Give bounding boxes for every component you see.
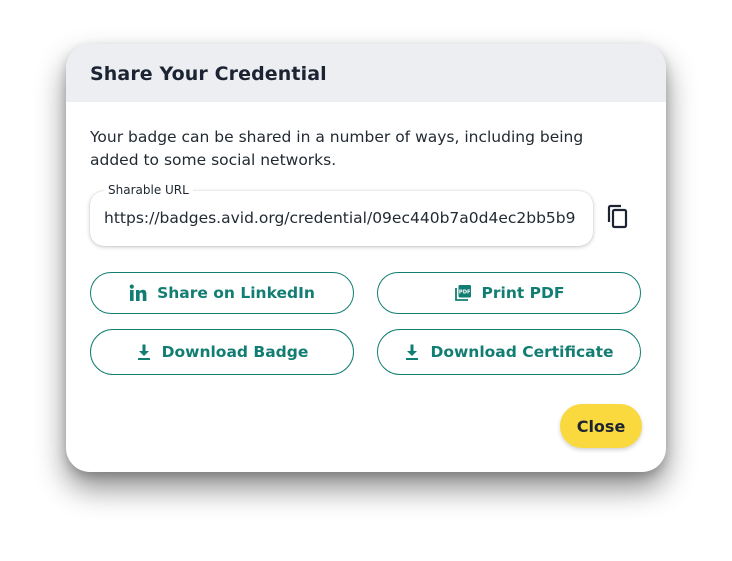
download-icon	[137, 344, 150, 360]
download-badge-button[interactable]: Download Badge	[90, 329, 354, 375]
linkedin-icon	[129, 284, 147, 301]
print-pdf-button[interactable]: PDF Print PDF	[377, 272, 641, 314]
dialog-header: Share Your Credential	[66, 44, 666, 102]
share-linkedin-label: Share on LinkedIn	[157, 284, 315, 302]
close-label: Close	[576, 416, 626, 436]
close-button[interactable]: Close	[560, 404, 642, 448]
dialog-title: Share Your Credential	[90, 63, 327, 85]
share-credential-dialog: Share Your Credential Your badge can be …	[66, 44, 666, 472]
download-certificate-button[interactable]: Download Certificate	[377, 329, 641, 375]
download-certificate-label: Download Certificate	[430, 343, 614, 361]
download-badge-label: Download Badge	[161, 343, 309, 361]
share-linkedin-button[interactable]: Share on LinkedIn	[90, 272, 354, 314]
print-pdf-label: Print PDF	[481, 284, 565, 302]
pdf-icon: PDF	[454, 285, 471, 301]
copy-url-button[interactable]	[604, 202, 632, 232]
sharable-url-label: Sharable URL	[104, 183, 193, 197]
sharable-url-field[interactable]: Sharable URL https://badges.avid.org/cre…	[90, 183, 593, 246]
dialog-description: Your badge can be shared in a number of …	[90, 128, 584, 169]
svg-text:PDF: PDF	[458, 290, 470, 296]
copy-icon	[607, 204, 628, 229]
download-icon	[406, 344, 419, 360]
sharable-url-value[interactable]: https://badges.avid.org/credential/09ec4…	[104, 208, 586, 228]
